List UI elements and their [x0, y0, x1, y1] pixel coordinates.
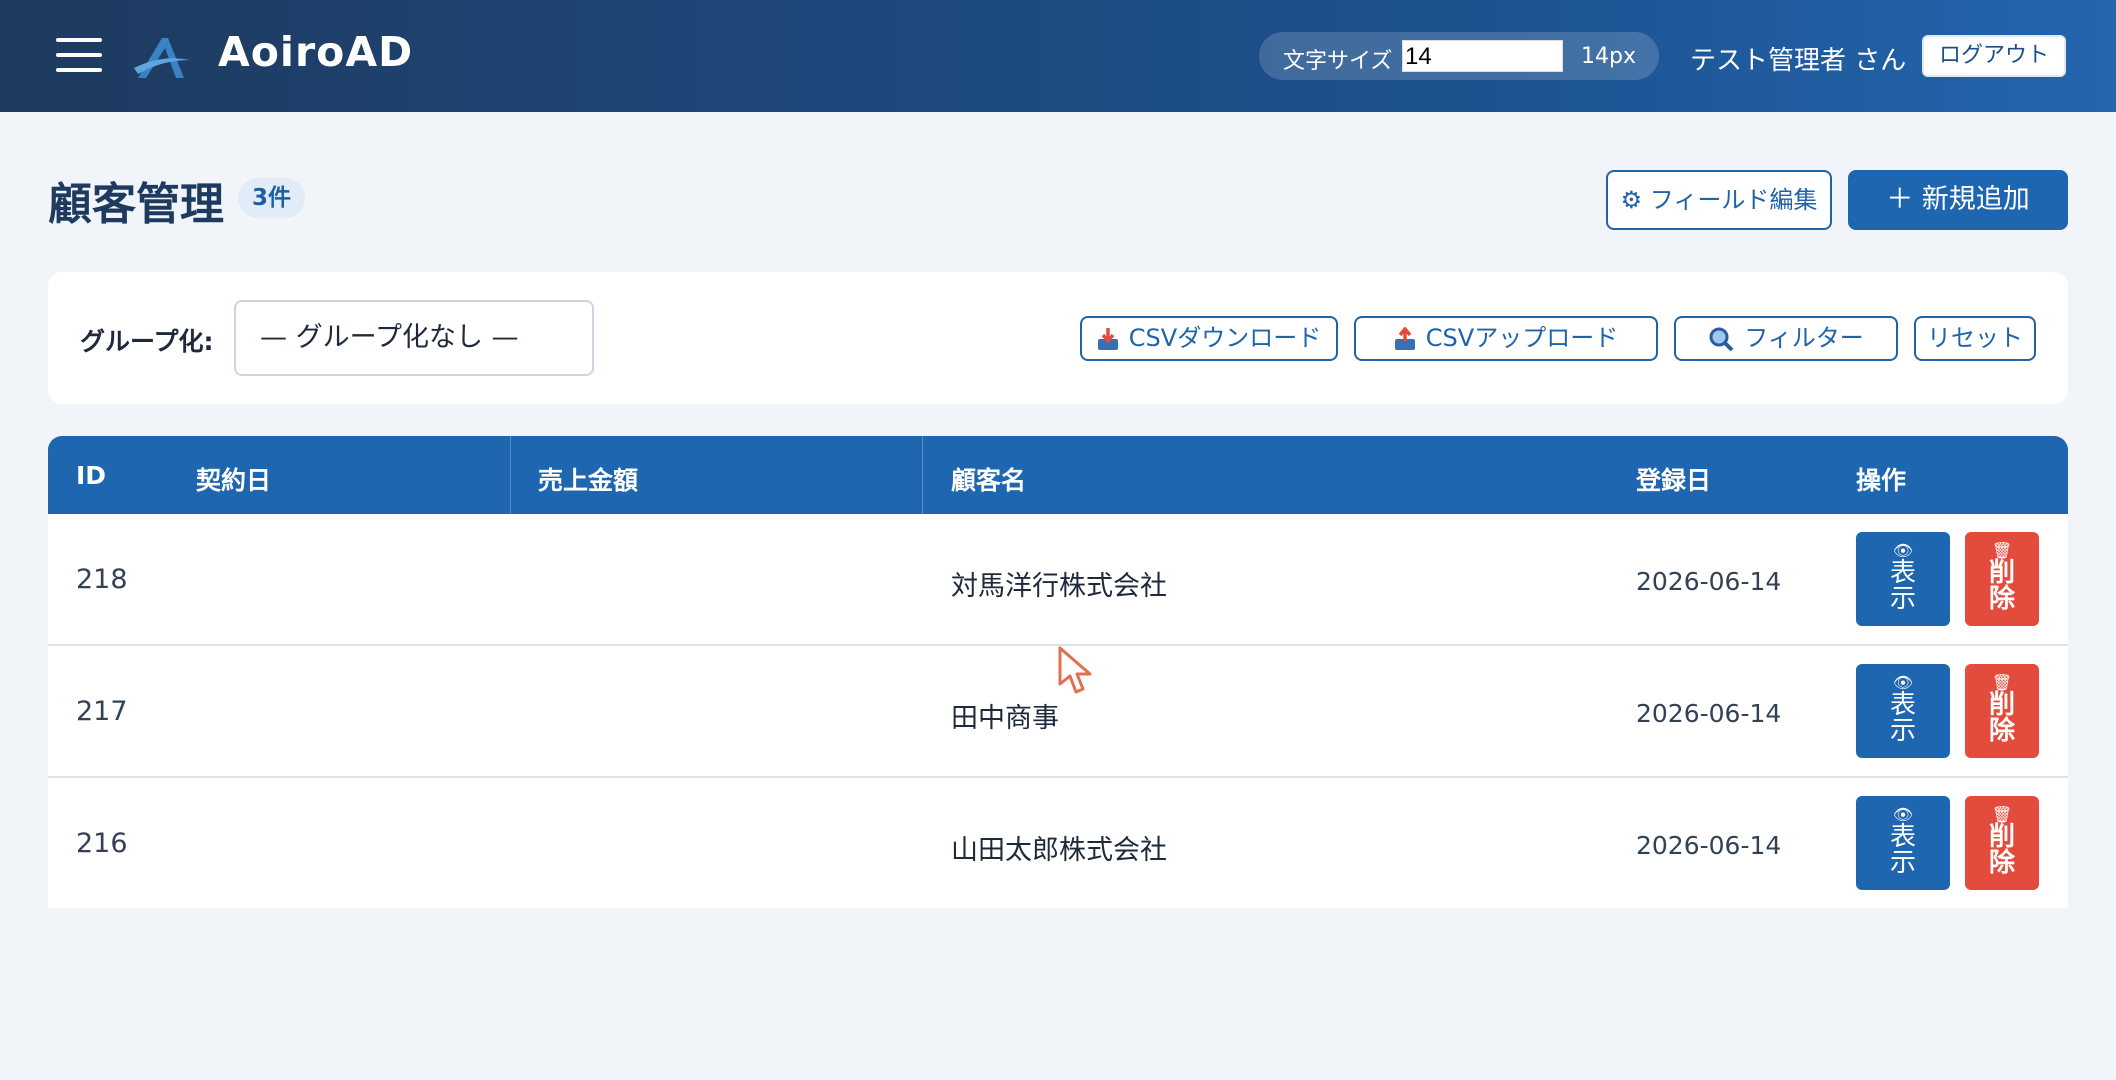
group-by-select[interactable]: — グループ化なし — [234, 300, 594, 376]
table-header: ID 契約日 売上金額 顧客名 登録日 操作 [48, 436, 2068, 514]
cell-id: 217 [76, 696, 128, 727]
page-title: 顧客管理 [48, 179, 224, 230]
view-label: 表示 [1889, 558, 1916, 614]
add-new-button[interactable]: ＋ 新規追加 [1848, 170, 2068, 230]
user-name: テスト管理者 さん [1690, 46, 1907, 76]
field-edit-button[interactable]: ⚙ フィールド編集 [1606, 170, 1832, 230]
column-header-registered-date[interactable]: 登録日 [1636, 461, 1711, 497]
delete-label: 削除 [1988, 558, 2015, 614]
view-label: 表示 [1889, 690, 1916, 746]
view-button[interactable]: 👁 表示 [1856, 796, 1950, 890]
cell-id: 218 [76, 564, 128, 595]
upload-icon [1394, 327, 1415, 350]
csv-upload-label: CSVアップロード [1425, 324, 1619, 352]
group-by-label: グループ化: [80, 327, 214, 356]
view-label: 表示 [1889, 822, 1916, 878]
font-size-unit: 14px [1581, 44, 1636, 69]
csv-upload-button[interactable]: CSVアップロード [1354, 316, 1658, 361]
column-header-actions: 操作 [1856, 466, 1907, 495]
cell-registered-date: 2026-06-14 [1636, 831, 1782, 860]
hamburger-icon[interactable] [56, 38, 102, 72]
app-name: AoiroAD [218, 28, 414, 76]
cell-customer-name: 山田太郎株式会社 [951, 835, 1167, 866]
font-size-control: 文字サイズ 14 14px [1259, 32, 1659, 80]
cell-registered-date: 2026-06-14 [1636, 699, 1782, 728]
delete-button[interactable]: 🗑 削除 [1965, 532, 2039, 626]
column-header-contract-date[interactable]: 契約日 [196, 461, 271, 497]
column-divider[interactable] [510, 436, 511, 514]
delete-button[interactable]: 🗑 削除 [1965, 796, 2039, 890]
view-button[interactable]: 👁 表示 [1856, 532, 1950, 626]
cell-registered-date: 2026-06-14 [1636, 567, 1782, 596]
delete-label: 削除 [1988, 822, 2015, 878]
filter-label: フィルター [1744, 324, 1864, 352]
reset-button[interactable]: リセット [1914, 316, 2036, 361]
delete-button[interactable]: 🗑 削除 [1965, 664, 2039, 758]
aoiro-logo-icon [134, 38, 190, 78]
toolbar-card: グループ化: — グループ化なし — CSVダウンロード CSVアップロード フ… [48, 272, 2068, 404]
table-row: 218 対馬洋行株式会社 2026-06-14 👁 表示 🗑 削除 [48, 514, 2068, 646]
download-icon [1097, 328, 1118, 350]
cell-customer-name: 対馬洋行株式会社 [951, 571, 1167, 602]
delete-label: 削除 [1988, 690, 2015, 746]
mouse-pointer-icon [1058, 646, 1092, 694]
column-header-sales[interactable]: 売上金額 [538, 461, 638, 497]
font-size-input[interactable]: 14 [1402, 40, 1563, 72]
cell-customer-name: 田中商事 [951, 703, 1059, 734]
cell-id: 216 [76, 828, 128, 859]
filter-button[interactable]: フィルター [1674, 316, 1898, 361]
csv-download-label: CSVダウンロード [1128, 324, 1322, 352]
count-badge: 3件 [238, 178, 306, 218]
font-size-label: 文字サイズ [1283, 49, 1393, 74]
column-divider[interactable] [922, 436, 923, 514]
column-header-customer-name[interactable]: 顧客名 [951, 461, 1026, 497]
csv-download-button[interactable]: CSVダウンロード [1080, 316, 1338, 361]
column-header-id[interactable]: ID [76, 461, 106, 490]
logout-button[interactable]: ログアウト [1922, 35, 2066, 77]
view-button[interactable]: 👁 表示 [1856, 664, 1950, 758]
top-header: AoiroAD 文字サイズ 14 14px テスト管理者 さん ログアウト [0, 0, 2116, 112]
magnifier-icon [1709, 327, 1734, 352]
table-row: 216 山田太郎株式会社 2026-06-14 👁 表示 🗑 削除 [48, 778, 2068, 908]
